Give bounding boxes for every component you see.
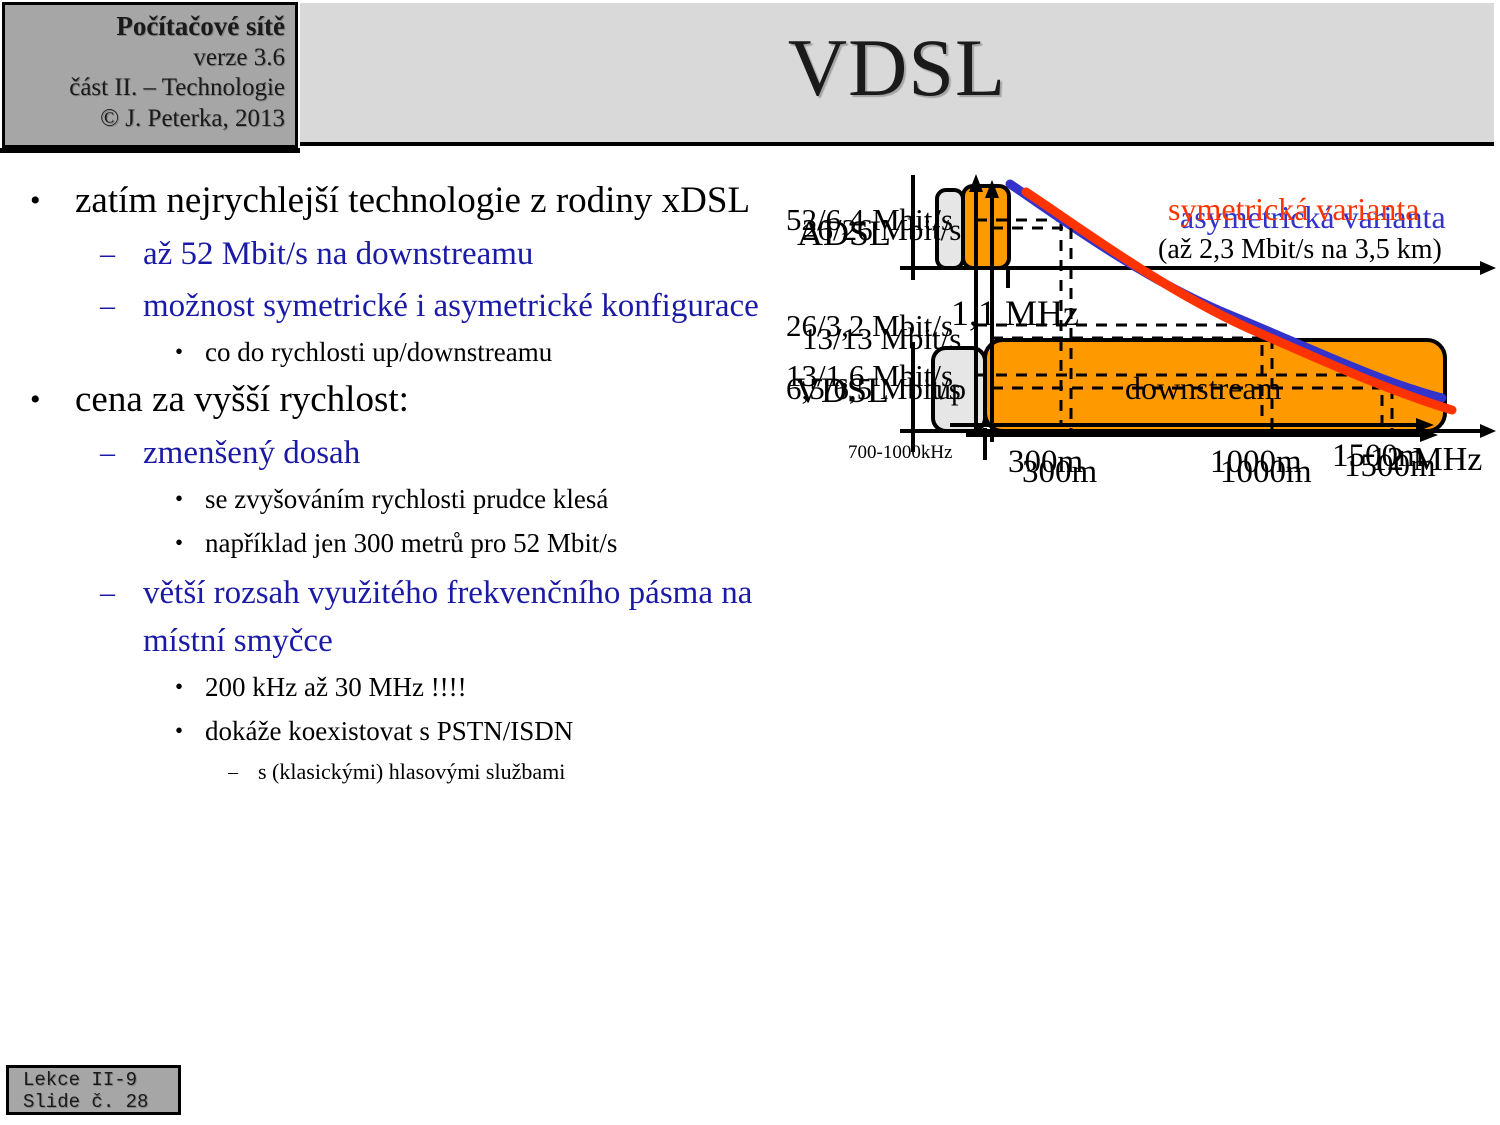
bullet-marker: • xyxy=(175,339,184,364)
list-item: • cena za vyšší rychlost: xyxy=(0,374,760,425)
list-item: – zmenšený dosah xyxy=(0,429,760,477)
list-item-text: například jen 300 metrů pro 52 Mbit/s xyxy=(205,528,618,558)
bullet-marker: • xyxy=(175,718,184,743)
list-item-text: až 52 Mbit/s na downstreamu xyxy=(143,236,534,272)
list-item-text: zmenšený dosah xyxy=(143,435,361,471)
bullet-marker: • xyxy=(30,383,41,416)
list-item-text: dokáže koexistovat s PSTN/ISDN xyxy=(205,716,574,746)
y-tick-label: 6,5/6,5 Mbit/s xyxy=(786,371,961,406)
list-item: – s (klasickými) hlasovými službami xyxy=(0,753,760,791)
bullet-marker: • xyxy=(175,530,184,555)
list-item: • například jen 300 metrů pro 52 Mbit/s xyxy=(0,521,760,565)
list-item: • zatím nejrychlejší technologie z rodin… xyxy=(0,175,760,226)
bullet-marker: • xyxy=(175,486,184,511)
course-version: verze 3.6 xyxy=(193,44,285,71)
y-tick-label: 13/13 Mbit/s xyxy=(802,321,961,356)
list-item: – větší rozsah využitého frekvenčního pá… xyxy=(0,569,760,665)
x-tick-label: 1000m xyxy=(1220,454,1312,490)
title-bar: VDSL xyxy=(300,3,1494,146)
x-tick-label: 1500m xyxy=(1344,448,1436,484)
course-name: Počítačové sítě xyxy=(116,11,285,41)
list-item: • se zvyšováním rychlosti prudce klesá xyxy=(0,477,760,521)
list-item-text: s (klasickými) hlasovými službami xyxy=(258,759,566,784)
chart-annotation: (až 2,3 Mbit/s na 3,5 km) xyxy=(1158,234,1442,265)
list-item-text: co do rychlosti up/downstreamu xyxy=(205,337,553,367)
course-copyright: © J. Peterka, 2013 xyxy=(100,105,285,132)
list-item: • 200 kHz až 30 MHz !!!! xyxy=(0,665,760,709)
slide-number-label: Slide č. 28 xyxy=(23,1091,149,1113)
list-item: • dokáže koexistovat s PSTN/ISDN xyxy=(0,709,760,753)
list-item: • co do rychlosti up/downstreamu xyxy=(0,330,760,374)
bullet-marker: – xyxy=(100,289,115,322)
bullet-marker: • xyxy=(30,184,41,217)
list-item: – možnost symetrické i asymetrické konfi… xyxy=(0,282,760,330)
slide-footer-badge: Lekce II-9 Slide č. 28 xyxy=(6,1065,181,1115)
bullet-marker: • xyxy=(175,674,184,699)
bullet-marker: – xyxy=(100,436,115,469)
figure-panel: ADSL 1,1 MHz VDSL up downstream 700-1000… xyxy=(780,170,1500,1125)
course-info-box: Počítačové sítě verze 3.6 část II. – Tec… xyxy=(2,2,298,148)
bullet-marker: – xyxy=(100,237,115,270)
header-divider xyxy=(0,148,300,153)
chart-series-label: symetrická varianta xyxy=(1168,191,1419,227)
page-title: VDSL xyxy=(787,22,1007,113)
list-item-text: cena za vyšší rychlost: xyxy=(75,379,409,420)
list-item-text: větší rozsah využitého frekvenčního pásm… xyxy=(143,575,753,659)
bullet-marker: – xyxy=(228,761,238,783)
lecture-label: Lekce II-9 xyxy=(23,1069,138,1091)
slide-header: VDSL Počítačové sítě verze 3.6 část II. … xyxy=(0,0,1500,153)
list-item-text: 200 kHz až 30 MHz !!!! xyxy=(205,672,467,702)
bullet-list: • zatím nejrychlejší technologie z rodin… xyxy=(0,175,760,791)
bullet-marker: – xyxy=(100,576,115,609)
chart-symmetric: 26/26 Mbit/s 13/13 Mbit/s 6,5/6,5 Mbit/s… xyxy=(780,170,1500,513)
list-item-text: zatím nejrychlejší technologie z rodiny … xyxy=(75,180,751,221)
y-tick-label: 26/26 Mbit/s xyxy=(802,212,961,247)
x-tick-label: 300m xyxy=(1022,454,1098,490)
course-part: část II. – Technologie xyxy=(69,74,285,101)
list-item-text: se zvyšováním rychlosti prudce klesá xyxy=(205,484,609,514)
list-item: – až 52 Mbit/s na downstreamu xyxy=(0,230,760,278)
list-item-text: možnost symetrické i asymetrické konfigu… xyxy=(143,288,759,324)
